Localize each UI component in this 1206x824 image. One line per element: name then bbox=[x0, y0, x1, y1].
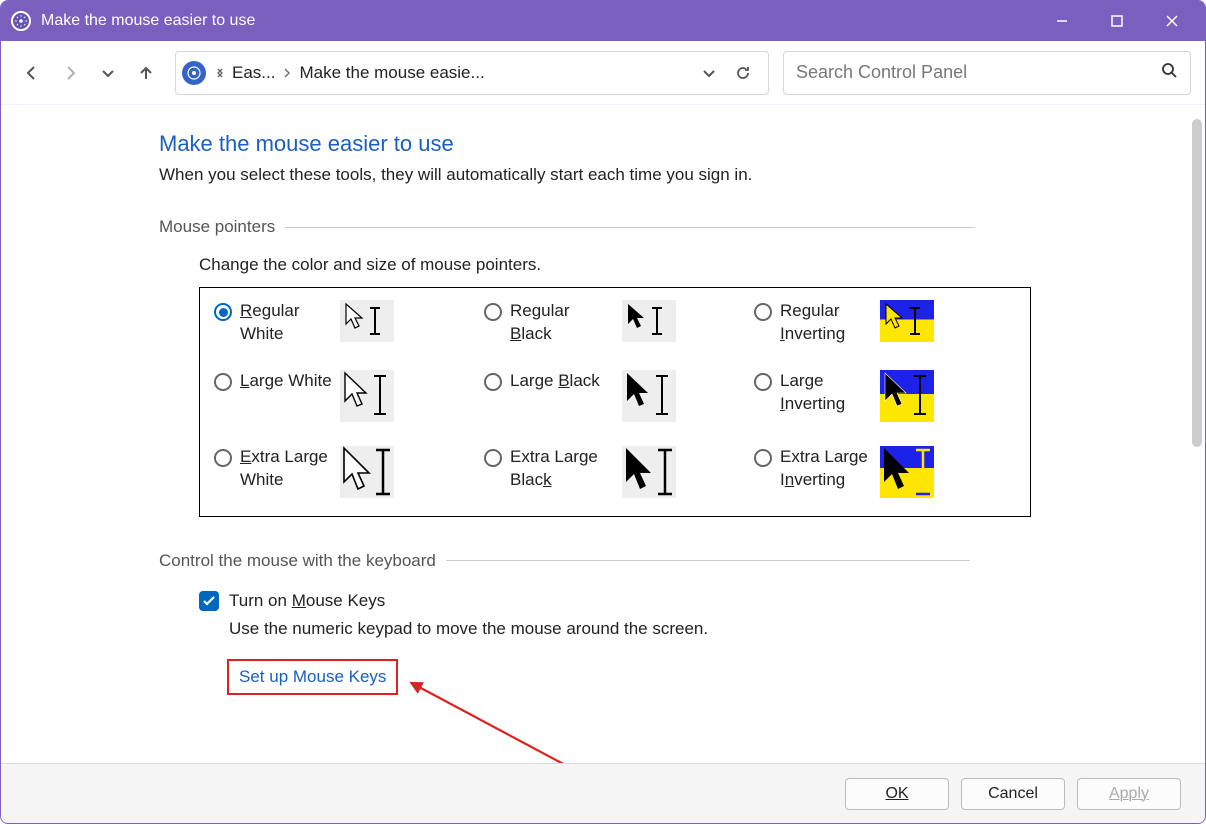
option-extra-large-white[interactable]: Extra Large White bbox=[214, 446, 476, 498]
section-mouse-pointers-label: Mouse pointers bbox=[159, 217, 275, 237]
radio-icon[interactable] bbox=[214, 373, 232, 391]
option-label: Extra Large Black bbox=[510, 446, 614, 492]
cursor-preview-icon bbox=[622, 300, 676, 342]
section-mouse-pointers: Mouse pointers bbox=[159, 217, 1189, 237]
scrollbar-track[interactable] bbox=[1189, 105, 1205, 763]
cursor-preview-icon bbox=[340, 370, 394, 422]
radio-icon[interactable] bbox=[754, 373, 772, 391]
pointer-grid: Regular White Regular Black bbox=[199, 287, 1031, 517]
option-label: Extra Large Inverting bbox=[780, 446, 872, 492]
setup-mouse-keys-highlight: Set up Mouse Keys bbox=[227, 659, 398, 695]
address-dropdown[interactable] bbox=[692, 56, 726, 90]
radio-icon[interactable] bbox=[754, 449, 772, 467]
address-bar[interactable]: Eas... Make the mouse easie... bbox=[175, 51, 769, 95]
option-large-black[interactable]: Large Black bbox=[484, 370, 746, 422]
scrollbar-thumb[interactable] bbox=[1192, 119, 1202, 447]
option-large-white[interactable]: Large White bbox=[214, 370, 476, 422]
pointers-hint: Change the color and size of mouse point… bbox=[199, 255, 1189, 275]
content: Make the mouse easier to use When you se… bbox=[1, 105, 1189, 763]
search-icon bbox=[1160, 61, 1178, 84]
address-icon bbox=[182, 61, 206, 85]
mouse-keys-description: Use the numeric keypad to move the mouse… bbox=[229, 619, 1189, 639]
radio-icon[interactable] bbox=[214, 449, 232, 467]
checkbox-icon[interactable] bbox=[199, 591, 219, 611]
option-regular-black[interactable]: Regular Black bbox=[484, 300, 746, 346]
window: Make the mouse easier to use Eas... Make… bbox=[0, 0, 1206, 824]
close-button[interactable] bbox=[1144, 1, 1199, 41]
annotation-arrow bbox=[409, 679, 649, 763]
refresh-button[interactable] bbox=[726, 56, 760, 90]
breadcrumb-current[interactable]: Make the mouse easie... bbox=[295, 63, 488, 83]
radio-icon[interactable] bbox=[484, 373, 502, 391]
option-extra-large-black[interactable]: Extra Large Black bbox=[484, 446, 746, 498]
nav-row: Eas... Make the mouse easie... bbox=[1, 41, 1205, 105]
cursor-preview-icon bbox=[880, 446, 934, 498]
cursor-preview-icon bbox=[622, 370, 676, 422]
option-label: Extra Large White bbox=[240, 446, 332, 492]
option-label: Regular Inverting bbox=[780, 300, 872, 346]
forward-button[interactable] bbox=[53, 56, 87, 90]
window-title: Make the mouse easier to use bbox=[41, 12, 1034, 30]
up-button[interactable] bbox=[129, 56, 163, 90]
radio-icon[interactable] bbox=[754, 303, 772, 321]
option-label: Large White bbox=[240, 370, 332, 393]
page-title: Make the mouse easier to use bbox=[159, 131, 1189, 157]
section-control-keyboard-label: Control the mouse with the keyboard bbox=[159, 551, 436, 571]
cursor-preview-icon bbox=[622, 446, 676, 498]
cursor-preview-icon bbox=[340, 446, 394, 498]
search-input[interactable] bbox=[796, 62, 1160, 83]
radio-icon[interactable] bbox=[484, 303, 502, 321]
chevron-left-icon bbox=[212, 65, 228, 81]
cursor-preview-icon bbox=[880, 370, 934, 422]
cursor-preview-icon bbox=[340, 300, 394, 342]
breadcrumb-prev[interactable]: Eas... bbox=[228, 63, 279, 83]
option-label: Large Inverting bbox=[780, 370, 872, 416]
minimize-button[interactable] bbox=[1034, 1, 1089, 41]
option-label: Large Black bbox=[510, 370, 614, 393]
titlebar: Make the mouse easier to use bbox=[1, 1, 1205, 41]
footer: OK Cancel Apply bbox=[1, 763, 1205, 823]
ok-button[interactable]: OK bbox=[845, 778, 949, 810]
radio-icon[interactable] bbox=[484, 449, 502, 467]
setup-mouse-keys-link[interactable]: Set up Mouse Keys bbox=[239, 667, 386, 686]
back-button[interactable] bbox=[15, 56, 49, 90]
recent-dropdown[interactable] bbox=[91, 56, 125, 90]
mouse-keys-checkbox-row[interactable]: Turn on Mouse Keys bbox=[199, 591, 1189, 611]
section-control-keyboard: Control the mouse with the keyboard bbox=[159, 551, 1189, 571]
cursor-preview-icon bbox=[880, 300, 934, 342]
divider bbox=[285, 227, 975, 228]
option-regular-white[interactable]: Regular White bbox=[214, 300, 476, 346]
maximize-button[interactable] bbox=[1089, 1, 1144, 41]
option-label: Regular Black bbox=[510, 300, 614, 346]
cancel-button[interactable]: Cancel bbox=[961, 778, 1065, 810]
option-regular-inverting[interactable]: Regular Inverting bbox=[754, 300, 1016, 346]
radio-icon[interactable] bbox=[214, 303, 232, 321]
divider bbox=[446, 560, 970, 561]
option-large-inverting[interactable]: Large Inverting bbox=[754, 370, 1016, 422]
search-box[interactable] bbox=[783, 51, 1191, 95]
option-label: Regular White bbox=[240, 300, 332, 346]
option-extra-large-inverting[interactable]: Extra Large Inverting bbox=[754, 446, 1016, 498]
page-subtitle: When you select these tools, they will a… bbox=[159, 165, 1189, 185]
content-body: Make the mouse easier to use When you se… bbox=[1, 105, 1205, 763]
mouse-keys-label: Turn on Mouse Keys bbox=[229, 591, 385, 611]
apply-button[interactable]: Apply bbox=[1077, 778, 1181, 810]
chevron-right-icon bbox=[279, 65, 295, 81]
scrollbar[interactable] bbox=[1189, 105, 1205, 763]
app-icon bbox=[11, 11, 31, 31]
